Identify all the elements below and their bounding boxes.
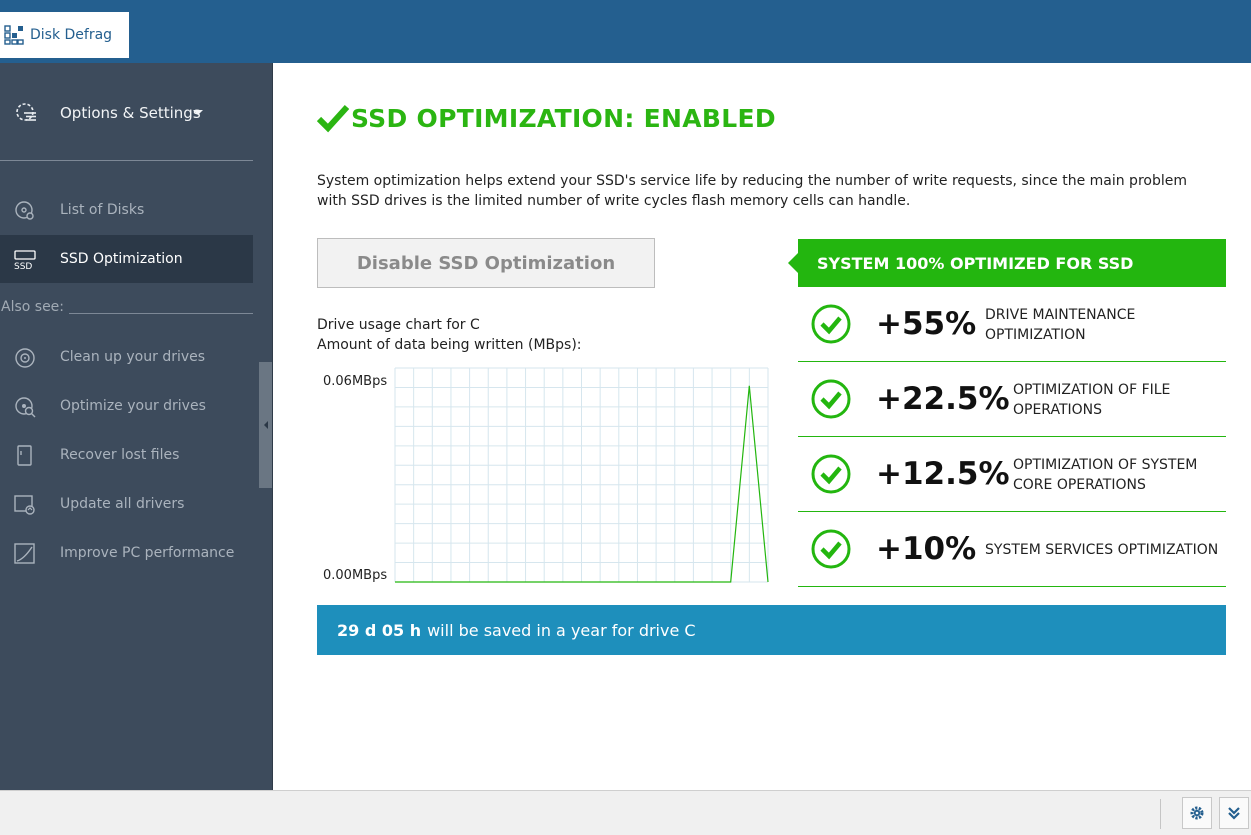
check-circle-icon bbox=[811, 529, 851, 569]
chart-title-line1: Drive usage chart for C bbox=[317, 317, 480, 333]
system-optimized-text: SYSTEM 100% OPTIMIZED FOR SSD bbox=[817, 253, 1134, 273]
optimization-percent: +22.5% bbox=[876, 381, 1010, 417]
system-optimized-banner: SYSTEM 100% OPTIMIZED FOR SSD bbox=[788, 239, 1226, 287]
sidebar-link-improve-performance[interactable]: Improve PC performance bbox=[0, 529, 253, 577]
sidebar-link-label: Optimize your drives bbox=[60, 398, 206, 414]
chart-title: Drive usage chart for C Amount of data b… bbox=[317, 315, 582, 355]
ssd-icon: SSD bbox=[14, 250, 36, 271]
tab-disk-defrag[interactable]: Disk Defrag bbox=[0, 12, 129, 58]
optimization-row-system-core: +12.5% OPTIMIZATION OF SYSTEM CORE OPERA… bbox=[798, 437, 1226, 512]
sidebar-collapse-handle[interactable] bbox=[259, 362, 272, 488]
optimization-label: DRIVE MAINTENANCE OPTIMIZATION bbox=[985, 306, 1136, 343]
title-bar: Disk Defrag bbox=[0, 0, 1251, 63]
sidebar-item-list-of-disks[interactable]: List of Disks bbox=[0, 186, 253, 234]
description: System optimization helps extend your SS… bbox=[317, 173, 1187, 209]
file-recover-icon bbox=[17, 445, 32, 466]
time-saved-text: will be saved in a year for drive C bbox=[427, 620, 696, 640]
status-bar-divider bbox=[1160, 799, 1161, 829]
check-circle-icon bbox=[811, 454, 851, 494]
also-see-divider bbox=[69, 313, 253, 314]
sidebar-link-label: Improve PC performance bbox=[60, 545, 235, 561]
expand-button[interactable] bbox=[1219, 797, 1249, 829]
disk-defrag-icon bbox=[4, 25, 24, 45]
page-title-text: SSD OPTIMIZATION: ENABLED bbox=[351, 103, 776, 133]
performance-icon bbox=[14, 543, 35, 564]
y-tick-label-max: 0.06MBps bbox=[323, 374, 387, 389]
page-title: SSD OPTIMIZATION: ENABLED bbox=[317, 103, 776, 133]
disk-optimize-icon bbox=[15, 397, 36, 418]
sidebar-item-label: List of Disks bbox=[60, 202, 145, 218]
optimization-percent: +55% bbox=[876, 306, 977, 342]
disable-ssd-optimization-button[interactable]: Disable SSD Optimization bbox=[317, 238, 655, 288]
time-saved-value: 29 d 05 h bbox=[337, 620, 422, 640]
sidebar-item-ssd-optimization[interactable]: SSD SSD Optimization bbox=[0, 235, 253, 283]
also-see-label: Also see: bbox=[1, 299, 65, 315]
settings-button[interactable] bbox=[1182, 797, 1212, 829]
optimization-percent: +12.5% bbox=[876, 456, 1010, 492]
optimization-row-drive-maintenance: +55% DRIVE MAINTENANCE OPTIMIZATION bbox=[798, 287, 1226, 362]
sidebar-divider bbox=[0, 160, 253, 161]
disk-search-icon bbox=[15, 201, 34, 220]
disk-cleanup-icon bbox=[15, 348, 35, 368]
optimization-row-file-operations: +22.5% OPTIMIZATION OF FILE OPERATIONS bbox=[798, 362, 1226, 437]
optimization-label: OPTIMIZATION OF SYSTEM CORE OPERATIONS bbox=[1013, 456, 1198, 493]
sidebar-link-recover[interactable]: Recover lost files bbox=[0, 431, 253, 479]
chevron-left-icon bbox=[263, 421, 268, 429]
drive-usage-chart: 0.06MBps 0.00MBps bbox=[323, 367, 769, 583]
main-panel: SSD OPTIMIZATION: ENABLED System optimiz… bbox=[272, 63, 1251, 790]
sidebar-item-label: SSD Optimization bbox=[60, 251, 183, 267]
sidebar-link-label: Clean up your drives bbox=[60, 349, 206, 365]
optimization-percent: +10% bbox=[876, 531, 977, 567]
sidebar-link-optimize[interactable]: Optimize your drives bbox=[0, 382, 253, 430]
settings-list-icon bbox=[16, 103, 36, 121]
sidebar-link-update-drivers[interactable]: Update all drivers bbox=[0, 480, 253, 528]
check-circle-icon bbox=[811, 304, 851, 344]
options-settings-menu[interactable]: Options & Settings bbox=[0, 95, 253, 131]
options-settings-label: Options & Settings bbox=[60, 104, 201, 122]
svg-text:SSD: SSD bbox=[14, 262, 32, 271]
checkmark-icon bbox=[317, 104, 349, 133]
sidebar-link-label: Update all drivers bbox=[60, 496, 185, 512]
status-bar bbox=[0, 790, 1251, 835]
y-tick-label-min: 0.00MBps bbox=[323, 568, 387, 583]
driver-update-icon bbox=[14, 495, 35, 515]
check-circle-icon bbox=[811, 379, 851, 419]
chart-grid bbox=[394, 367, 769, 583]
sidebar-link-label: Recover lost files bbox=[60, 447, 180, 463]
optimization-label: SYSTEM SERVICES OPTIMIZATION bbox=[985, 541, 1219, 558]
sidebar-link-clean-up[interactable]: Clean up your drives bbox=[0, 333, 253, 381]
gear-icon bbox=[1190, 806, 1204, 820]
chevron-down-icon bbox=[193, 110, 203, 115]
chart-title-line2: Amount of data being written (MBps): bbox=[317, 337, 582, 353]
double-chevron-down-icon bbox=[1228, 807, 1240, 820]
time-saved-bar: 29 d 05 h will be saved in a year for dr… bbox=[317, 605, 1226, 655]
tab-label: Disk Defrag bbox=[30, 27, 113, 43]
sidebar: Options & Settings List of Disks SSD SSD… bbox=[0, 63, 272, 790]
optimization-label: OPTIMIZATION OF FILE OPERATIONS bbox=[1013, 381, 1171, 418]
optimization-row-system-services: +10% SYSTEM SERVICES OPTIMIZATION bbox=[798, 512, 1226, 587]
